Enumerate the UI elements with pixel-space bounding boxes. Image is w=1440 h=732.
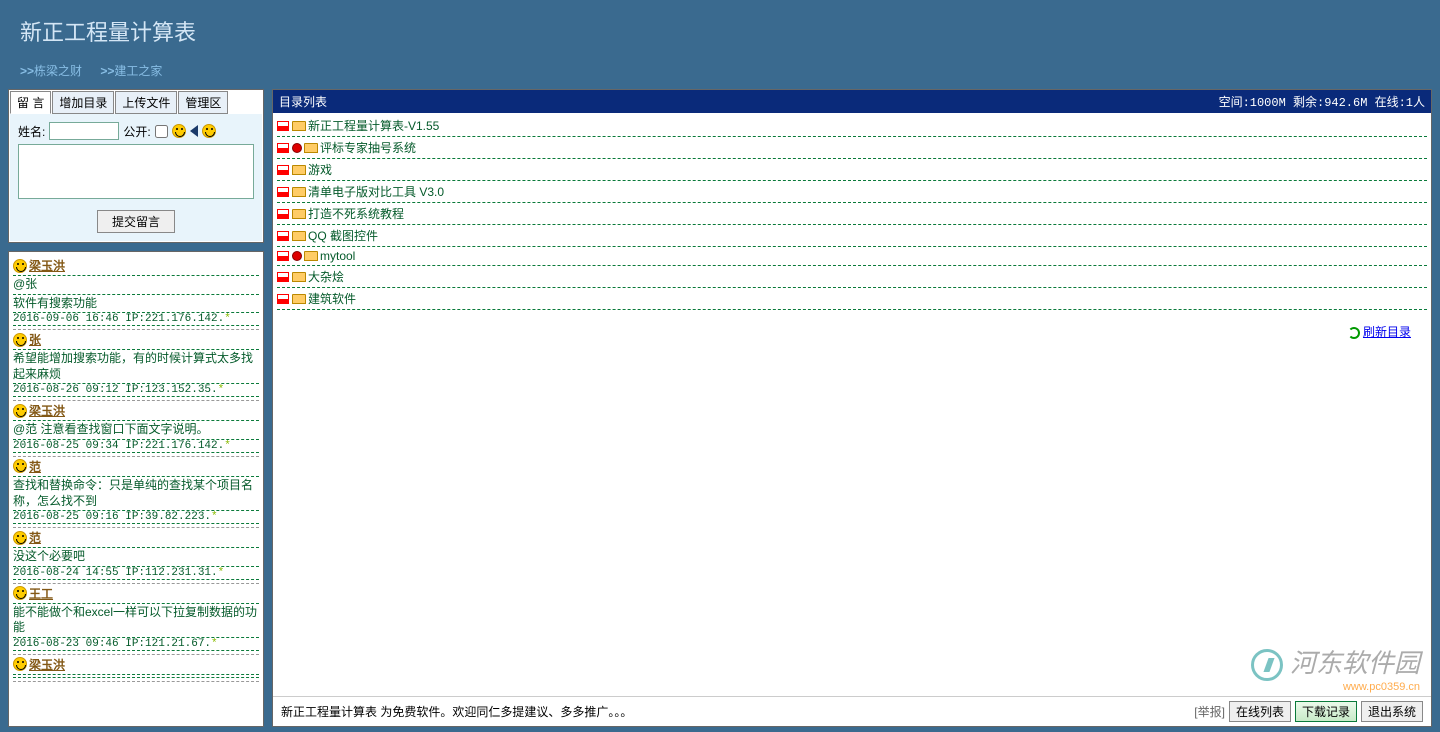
dir-item[interactable]: QQ 截图控件 — [277, 225, 1427, 247]
folder-icon — [292, 187, 306, 197]
message-item: 张希望能增加搜索功能，有的时候计算式太多找起来麻烦2016-08-26 09:1… — [13, 330, 259, 401]
folder-icon — [292, 121, 306, 131]
dir-stats: 空间:1000M 剩余:942.6M 在线:1人 — [1219, 93, 1425, 110]
dir-item[interactable]: 建筑软件 — [277, 288, 1427, 310]
message-textarea[interactable] — [18, 144, 254, 199]
grid-icon — [277, 209, 289, 219]
smiley-icon — [13, 657, 27, 671]
breadcrumb: >>栋梁之财 >>建工之家 — [20, 62, 1420, 79]
folder-icon — [292, 294, 306, 304]
dir-item[interactable]: 清单电子版对比工具 V3.0 — [277, 181, 1427, 203]
grid-icon — [277, 272, 289, 282]
folder-icon — [292, 165, 306, 175]
smiley-icon[interactable] — [202, 124, 216, 138]
grid-icon — [277, 121, 289, 131]
dir-item[interactable]: 游戏 — [277, 159, 1427, 181]
public-checkbox[interactable] — [155, 125, 168, 138]
smiley-icon — [13, 259, 27, 273]
folder-icon — [292, 231, 306, 241]
dir-list[interactable]: 新正工程量计算表-V1.55评标专家抽号系统游戏清单电子版对比工具 V3.0打造… — [273, 113, 1431, 696]
smiley-icon — [13, 333, 27, 347]
public-label: 公开: — [123, 123, 150, 140]
message-item: 王工能不能做个和excel一样可以下拉复制数据的功能2016-08-23 09:… — [13, 584, 259, 655]
tab-admin[interactable]: 管理区 — [178, 91, 228, 114]
download-log-button[interactable]: 下载记录 — [1295, 701, 1357, 722]
tab-message[interactable]: 留 言 — [10, 91, 51, 114]
message-item: 范没这个必要吧2016-08-24 14:55 IP:112.231.31.* — [13, 528, 259, 584]
folder-icon — [304, 251, 318, 261]
grid-icon — [277, 165, 289, 175]
dir-item[interactable]: 打造不死系统教程 — [277, 203, 1427, 225]
dir-item[interactable]: 大杂烩 — [277, 266, 1427, 288]
grid-icon — [277, 143, 289, 153]
dir-list-title: 目录列表 — [279, 93, 327, 110]
dir-item[interactable]: 新正工程量计算表-V1.55 — [277, 115, 1427, 137]
name-input[interactable] — [49, 122, 119, 140]
refresh-link[interactable]: 刷新目录 — [1348, 323, 1411, 340]
breadcrumb-link[interactable]: >>建工之家 — [100, 64, 162, 78]
smiley-icon[interactable] — [172, 124, 186, 138]
dir-item[interactable]: mytool — [277, 247, 1427, 266]
footer-text: 新正工程量计算表 为免费软件。欢迎同仁多提建议、多多推广。。。 — [281, 703, 632, 720]
smiley-icon — [13, 404, 27, 418]
messages-list[interactable]: 梁玉洪@张软件有搜索功能2016-09-06 16:46 IP:221.176.… — [8, 251, 264, 727]
message-item: 范查找和替换命令：只是单纯的查找某个项目名称，怎么找不到2016-08-25 0… — [13, 457, 259, 528]
message-item: 梁玉洪 — [13, 655, 259, 682]
online-list-button[interactable]: 在线列表 — [1229, 701, 1291, 722]
breadcrumb-link[interactable]: >>栋梁之财 — [20, 64, 82, 78]
triangle-left-icon[interactable] — [190, 125, 198, 137]
grid-icon — [277, 187, 289, 197]
folder-icon — [292, 209, 306, 219]
grid-icon — [277, 231, 289, 241]
smiley-icon — [13, 459, 27, 473]
tab-upload[interactable]: 上传文件 — [115, 91, 177, 114]
tab-add-dir[interactable]: 增加目录 — [52, 91, 114, 114]
logout-button[interactable]: 退出系统 — [1361, 701, 1423, 722]
folder-icon — [304, 143, 318, 153]
smiley-icon — [13, 586, 27, 600]
smiley-icon — [13, 531, 27, 545]
dir-item[interactable]: 评标专家抽号系统 — [277, 137, 1427, 159]
page-title: 新正工程量计算表 — [20, 15, 1420, 47]
folder-icon — [292, 272, 306, 282]
refresh-icon — [1348, 327, 1360, 339]
message-item: 梁玉洪@范 注意看查找窗口下面文字说明。2016-08-25 09:34 IP:… — [13, 401, 259, 457]
grid-icon — [277, 294, 289, 304]
lock-icon — [292, 251, 302, 261]
message-item: 梁玉洪@张软件有搜索功能2016-09-06 16:46 IP:221.176.… — [13, 256, 259, 330]
report-link[interactable]: [举报] — [1194, 703, 1225, 720]
name-label: 姓名: — [18, 123, 45, 140]
submit-button[interactable]: 提交留言 — [97, 210, 175, 233]
lock-icon — [292, 143, 302, 153]
grid-icon — [277, 251, 289, 261]
